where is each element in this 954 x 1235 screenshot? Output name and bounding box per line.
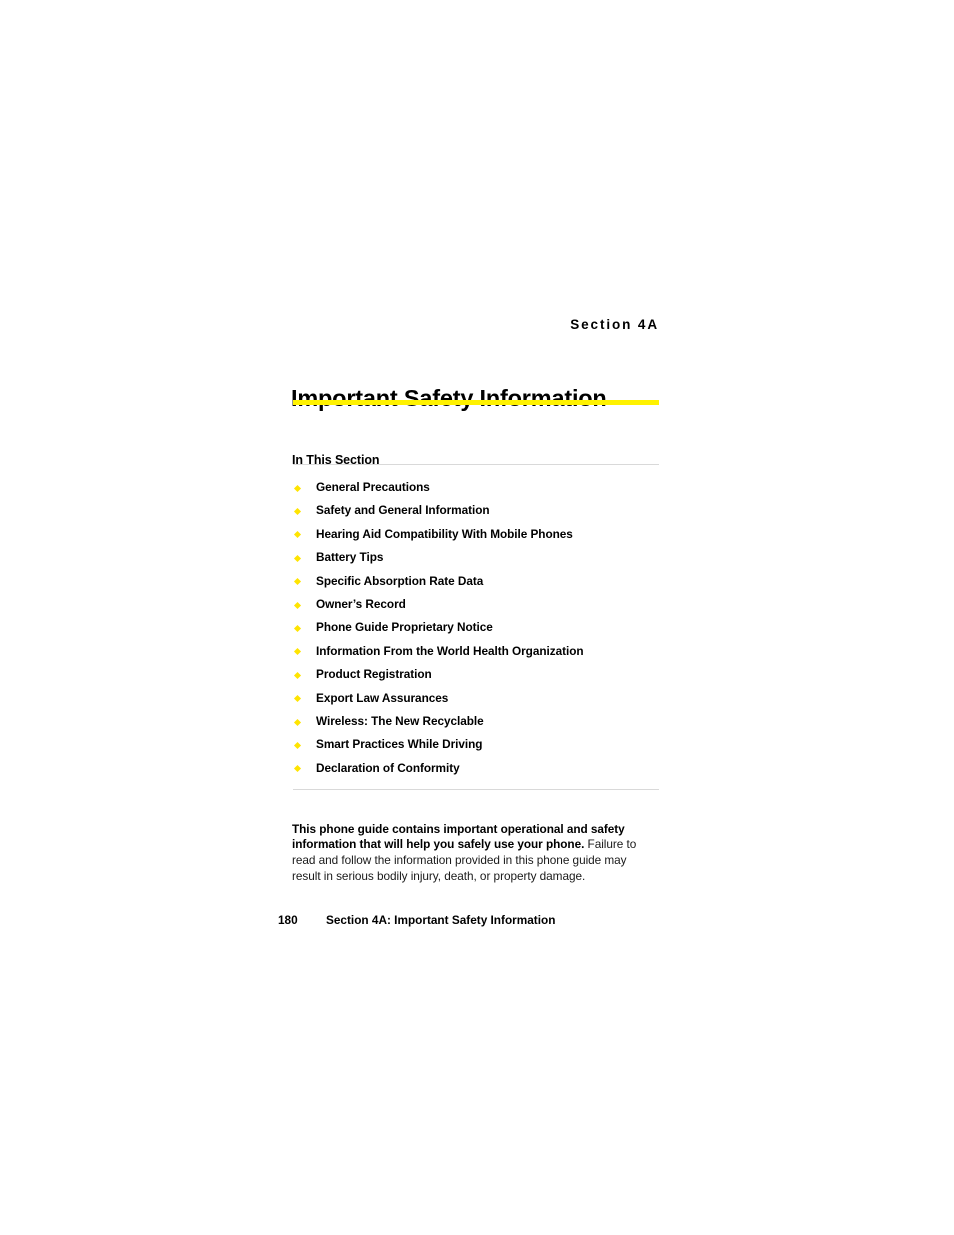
list-top-divider [293, 464, 659, 465]
list-item-label: General Precautions [316, 480, 430, 494]
safety-note-lead: This phone guide contains important oper… [292, 821, 625, 852]
section-label: Section 4A [570, 317, 659, 332]
list-item[interactable]: Hearing Aid Compatibility With Mobile Ph… [293, 523, 659, 546]
list-item-label: Wireless: The New Recyclable [316, 713, 484, 728]
footer-page-number: 180 [278, 913, 298, 927]
diamond-bullet-icon [293, 718, 302, 726]
diamond-bullet-icon [293, 671, 302, 679]
list-item[interactable]: Safety and General Information [293, 499, 659, 522]
list-bottom-divider [293, 789, 659, 790]
page-footer: 180 Section 4A: Important Safety Informat… [278, 913, 555, 927]
diamond-bullet-icon [293, 695, 302, 703]
list-item[interactable]: Phone Guide Proprietary Notice [293, 616, 659, 639]
list-item[interactable]: Battery Tips [293, 546, 659, 569]
section-contents-list: General Precautions Safety and General In… [293, 476, 659, 780]
list-item[interactable]: Smart Practices While Driving [293, 733, 659, 756]
page-title: Important Safety Information [291, 384, 607, 411]
diamond-bullet-icon [293, 741, 302, 749]
list-item-label: Product Registration [316, 667, 432, 682]
list-item[interactable]: Product Registration [293, 663, 659, 686]
in-this-section-heading: In This Section [292, 453, 380, 468]
list-item[interactable]: Wireless: The New Recyclable [293, 710, 659, 733]
list-item-label: Information From the World Health Organi… [316, 643, 584, 658]
diamond-bullet-icon [293, 484, 302, 492]
list-item-label: Owner’s Record [316, 596, 406, 611]
diamond-bullet-icon [293, 765, 302, 773]
list-item-label: Phone Guide Proprietary Notice [316, 620, 493, 635]
list-item[interactable]: Declaration of Conformity [293, 757, 659, 780]
list-item[interactable]: General Precautions [293, 476, 659, 499]
diamond-bullet-icon [293, 554, 302, 562]
list-item-label: Battery Tips [316, 550, 384, 565]
list-item-label: Export Law Assurances [316, 690, 449, 705]
diamond-bullet-icon [293, 648, 302, 656]
diamond-bullet-icon [293, 601, 302, 609]
diamond-bullet-icon [293, 578, 302, 586]
diamond-bullet-icon [293, 624, 302, 632]
title-accent-rule [293, 400, 659, 405]
footer-running-title: Section 4A: Important Safety Information [326, 913, 556, 927]
diamond-bullet-icon [293, 507, 302, 516]
list-item[interactable]: Owner’s Record [293, 593, 659, 616]
list-item-label: Specific Absorption Rate Data [316, 573, 484, 588]
list-item[interactable]: Export Law Assurances [293, 687, 659, 710]
document-page: Section 4A Important Safety Information … [0, 0, 954, 1235]
list-item-label: Safety and General Information [316, 503, 490, 518]
safety-note-paragraph: This phone guide contains important oper… [292, 822, 644, 884]
list-item-label: Hearing Aid Compatibility With Mobile Ph… [316, 526, 573, 541]
list-item[interactable]: Specific Absorption Rate Data [293, 570, 659, 593]
list-item-label: Smart Practices While Driving [316, 737, 483, 752]
diamond-bullet-icon [293, 531, 302, 539]
list-item[interactable]: Information From the World Health Organi… [293, 640, 659, 663]
list-item-label: Declaration of Conformity [316, 760, 460, 775]
